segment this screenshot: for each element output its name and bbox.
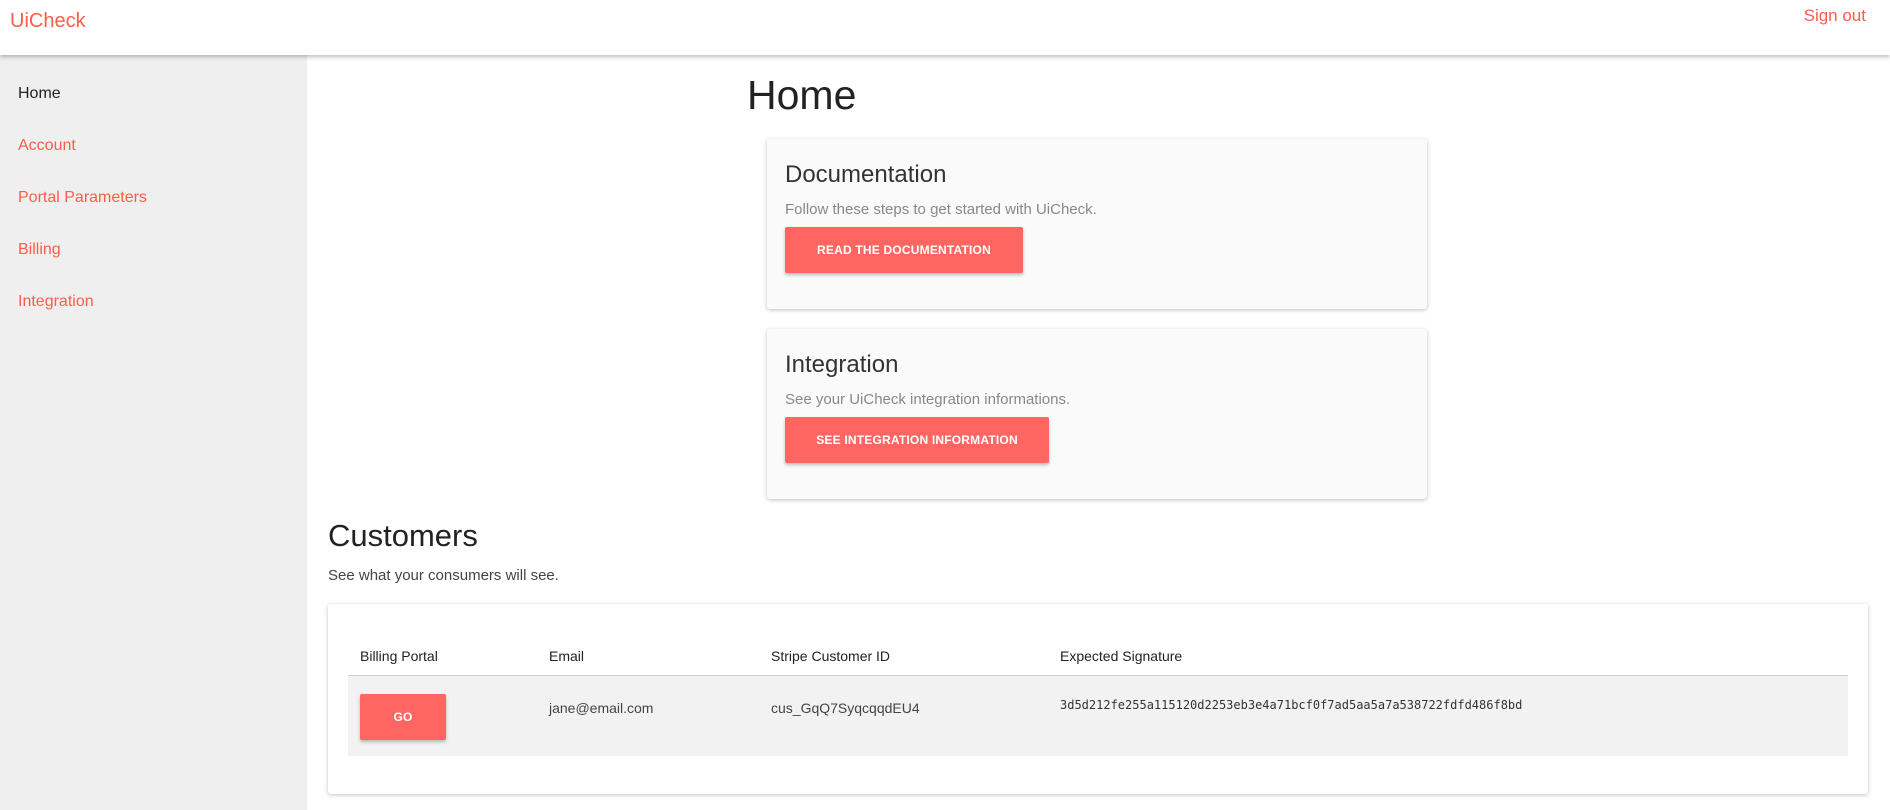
brand-logo[interactable]: UiCheck — [10, 10, 86, 33]
read-documentation-button[interactable]: READ THE DOCUMENTATION — [785, 227, 1023, 273]
card-description: Follow these steps to get started with U… — [785, 201, 1097, 218]
card-title: Documentation — [785, 161, 947, 188]
column-header-stripe-id: Stripe Customer ID — [771, 648, 891, 664]
sidebar-item-home[interactable]: Home — [18, 85, 61, 103]
column-header-signature: Expected Signature — [1060, 648, 1183, 664]
column-header-email: Email — [549, 648, 585, 664]
top-app-bar: UiCheck Sign out — [0, 0, 1890, 55]
page-title: Home — [747, 72, 857, 118]
table-row: GO jane@email.com cus_GqQ7SyqcqqdEU4 3d5… — [348, 676, 1848, 756]
customers-table: Billing Portal Email Stripe Customer ID … — [328, 604, 1868, 794]
card-description: See your UiCheck integration information… — [785, 391, 1071, 408]
sidebar-item-account[interactable]: Account — [18, 137, 76, 155]
integration-card: Integration See your UiCheck integration… — [767, 329, 1427, 499]
main-content: Home Documentation Follow these steps to… — [307, 55, 1890, 810]
sidebar-item-portal-parameters[interactable]: Portal Parameters — [18, 189, 147, 207]
customers-description: See what your consumers will see. — [328, 567, 559, 584]
sidebar-item-billing[interactable]: Billing — [18, 241, 61, 259]
expected-signature: 3d5d212fe255a115120d2253eb3e4a71bcf0f7ad… — [1060, 698, 1523, 712]
customers-title: Customers — [328, 518, 478, 553]
see-integration-button[interactable]: SEE INTEGRATION INFORMATION — [785, 417, 1049, 463]
customer-email: jane@email.com — [549, 700, 654, 716]
documentation-card: Documentation Follow these steps to get … — [767, 139, 1427, 309]
sidebar: Home Account Portal Parameters Billing I… — [0, 55, 307, 810]
sidebar-item-integration[interactable]: Integration — [18, 293, 94, 311]
go-button[interactable]: GO — [360, 694, 446, 740]
stripe-customer-id: cus_GqQ7SyqcqqdEU4 — [771, 700, 920, 716]
sign-out-link[interactable]: Sign out — [1804, 6, 1866, 26]
column-header-billing-portal: Billing Portal — [360, 648, 438, 664]
card-title: Integration — [785, 351, 899, 378]
